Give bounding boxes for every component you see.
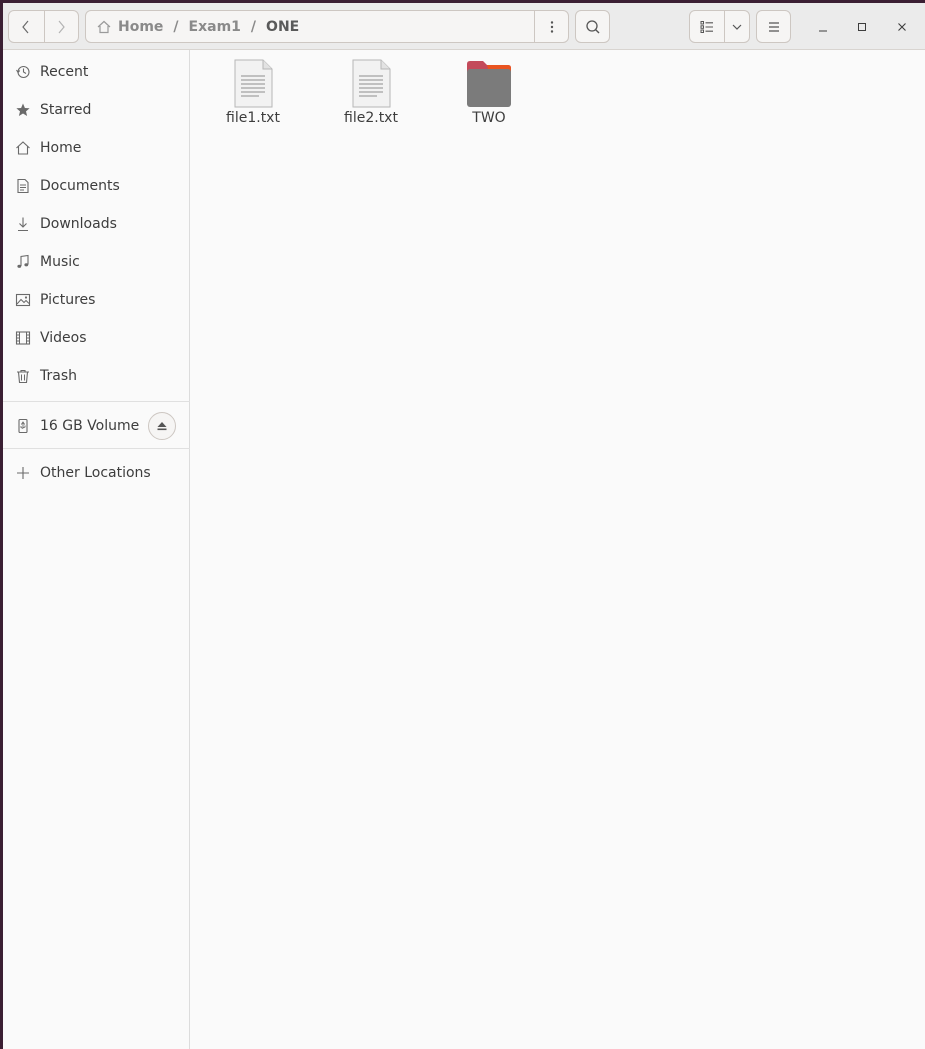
search-icon [585,19,599,33]
file-name: file1.txt [226,110,280,126]
sidebar-item-label: Downloads [40,216,117,232]
main-menu-button[interactable] [756,10,791,43]
home-icon [97,20,111,33]
sidebar-item-pictures[interactable]: Pictures [3,282,190,318]
crumb-one-label: ONE [266,18,300,35]
document-icon [17,178,29,194]
usb-drive-icon [18,418,28,434]
sidebar-separator [3,448,190,449]
film-icon [15,331,31,345]
eject-button[interactable] [148,412,176,440]
sidebar-separator [3,401,190,402]
file-name: file2.txt [344,110,398,126]
minimize-icon [818,30,827,31]
maximize-button[interactable] [845,10,878,43]
sidebar-item-label: Videos [40,330,87,346]
text-file-icon [234,59,273,108]
crumb-exam1-label: Exam1 [188,18,241,35]
clock-icon [16,65,30,79]
text-file-icon [352,59,391,108]
sidebar-item-label: Pictures [40,292,96,308]
sidebar-item-trash[interactable]: Trash [3,358,190,394]
chevron-down-icon [732,24,742,30]
sidebar-item-label: Other Locations [40,465,151,481]
path-menu-button[interactable] [534,11,568,42]
view-options-dropdown[interactable] [724,11,749,42]
folder-item[interactable]: TWO [439,58,539,126]
star-icon [16,103,30,116]
sidebar-item-documents[interactable]: Documents [3,168,190,204]
file-view: file1.txt file2.txt TWO [191,50,925,1049]
folder-icon [467,61,511,107]
sidebar-item-16gb-volume[interactable]: 16 GB Volume [3,408,190,444]
hamburger-menu-icon [768,21,779,32]
crumb-separator: / [250,18,257,35]
chevron-right-icon [58,20,66,33]
picture-icon [15,293,31,307]
sidebar-item-label: Starred [40,102,92,118]
close-button[interactable] [885,10,918,43]
sidebar-item-label: Trash [40,368,77,384]
trash-icon [17,369,29,384]
minimize-button[interactable] [806,10,839,43]
file-item[interactable]: file1.txt [203,58,303,126]
header-bar: Home / Exam1 / ONE [3,3,925,50]
sidebar-item-label: Documents [40,178,120,194]
back-button[interactable] [9,11,44,42]
crumb-one[interactable]: ONE [266,11,299,42]
list-view-button[interactable] [690,11,724,42]
search-button[interactable] [575,10,610,43]
sidebar-item-videos[interactable]: Videos [3,320,190,356]
sidebar-item-downloads[interactable]: Downloads [3,206,190,242]
view-toggle-group [689,10,750,43]
crumb-separator: / [173,18,179,35]
sidebar-item-recent[interactable]: Recent [3,54,190,90]
sidebar-item-label: 16 GB Volume [40,418,140,434]
crumb-exam1[interactable]: Exam1 [189,11,241,42]
crumb-home-label: Home [118,18,164,35]
file-item[interactable]: file2.txt [321,58,421,126]
sidebar-item-starred[interactable]: Starred [3,92,190,128]
vertical-dots-icon [550,20,553,33]
eject-icon [157,422,167,431]
sidebar-item-other-locations[interactable]: Other Locations [3,455,190,491]
maximize-icon [857,22,866,31]
sidebar-item-label: Home [40,140,82,156]
sidebar: Recent Starred Home Documents Downloads … [3,50,190,1049]
crumb-home[interactable]: Home [86,11,163,42]
sidebar-item-home[interactable]: Home [3,130,190,166]
plus-icon [17,467,29,479]
list-view-icon [700,20,713,33]
folder-name: TWO [472,110,506,126]
download-icon [18,217,28,232]
chevron-left-icon [22,20,29,33]
close-icon [897,22,906,31]
home-icon [16,141,30,155]
path-bar: Home / Exam1 / ONE [85,10,569,43]
sidebar-item-label: Music [40,254,80,270]
forward-button[interactable] [43,11,79,42]
navigation-buttons [8,10,79,43]
sidebar-item-music[interactable]: Music [3,244,190,280]
sidebar-item-label: Recent [40,64,89,80]
file-manager-window: Home / Exam1 / ONE Recent Starred Home D… [3,3,925,1049]
music-icon [17,254,29,268]
